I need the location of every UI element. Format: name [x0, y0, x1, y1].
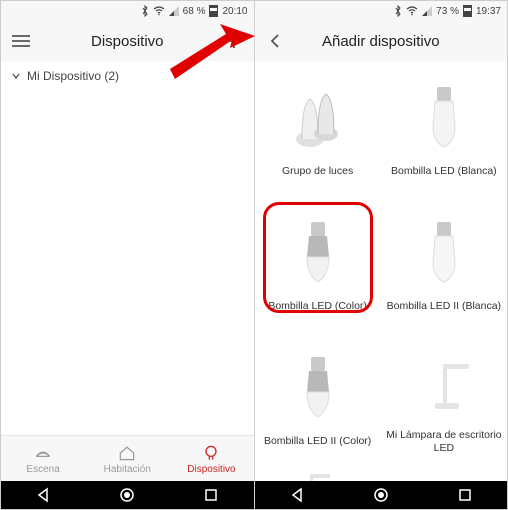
header-right: Añadir dispositivo: [255, 21, 508, 61]
statusbar-right: 73 % 19:37: [255, 1, 508, 21]
battery-pct: 68 %: [183, 6, 206, 17]
bluetooth-icon: [394, 5, 402, 17]
battery-icon: [209, 5, 218, 17]
signal-icon: [169, 6, 179, 16]
product-thumb: [283, 471, 353, 481]
product-bombilla-led-blanca[interactable]: Bombilla LED (Blanca): [381, 61, 507, 196]
product-mi-lampara-escritorio[interactable]: Mi Lámpara de escritorio LED: [381, 331, 507, 466]
chevron-down-icon: [11, 71, 21, 81]
product-bombilla-led-ii-blanca[interactable]: Bombilla LED II (Blanca): [381, 196, 507, 331]
tab-scene-label: Escena: [26, 464, 59, 475]
product-thumb: [409, 79, 479, 159]
product-label: Bombilla LED II (Color): [260, 435, 375, 448]
product-thumb: [409, 343, 479, 423]
battery-icon: [463, 5, 472, 17]
tab-device[interactable]: Dispositivo: [169, 436, 253, 481]
device-list-body: Mi Dispositivo (2): [1, 61, 254, 435]
tab-room-label: Habitación: [104, 464, 151, 475]
product-label: Grupo de luces: [278, 165, 357, 178]
product-grid-body[interactable]: Grupo de luces Bombilla LED (Blanca): [255, 61, 508, 481]
device-group-label: Mi Dispositivo (2): [27, 69, 119, 83]
nav-back-button[interactable]: [287, 485, 307, 505]
clock-time: 19:37: [476, 6, 501, 17]
product-grid: Grupo de luces Bombilla LED (Blanca): [255, 61, 508, 481]
bluetooth-icon: [141, 5, 149, 17]
tab-room[interactable]: Habitación: [85, 436, 169, 481]
phone-left: 68 % 20:10 Dispositivo Mi Dispositivo (2…: [1, 1, 255, 509]
product-grupo-de-luces[interactable]: Grupo de luces: [255, 61, 381, 196]
back-button[interactable]: [255, 33, 295, 49]
product-row-partial-1[interactable]: [255, 466, 381, 481]
nav-recent-button[interactable]: [201, 485, 221, 505]
header-left: Dispositivo: [1, 21, 254, 61]
wifi-icon: [406, 6, 418, 16]
add-device-button[interactable]: [214, 32, 254, 50]
nav-home-button[interactable]: [117, 485, 137, 505]
product-bombilla-led-ii-color[interactable]: Bombilla LED II (Color): [255, 331, 381, 466]
highlight-ring: [263, 202, 373, 313]
nav-recent-button[interactable]: [455, 485, 475, 505]
product-thumb: [283, 349, 353, 429]
product-label: Bombilla LED II (Blanca): [383, 300, 505, 313]
nav-back-button[interactable]: [33, 485, 53, 505]
wifi-icon: [153, 6, 165, 16]
system-navbar-left: [1, 481, 254, 509]
product-thumb: [283, 79, 353, 159]
product-thumb: [409, 471, 479, 481]
battery-pct: 73 %: [436, 6, 459, 17]
nav-home-button[interactable]: [371, 485, 391, 505]
statusbar-left: 68 % 20:10: [1, 1, 254, 21]
device-group-row[interactable]: Mi Dispositivo (2): [1, 61, 254, 91]
phone-right: 73 % 19:37 Añadir dispositivo: [255, 1, 508, 509]
product-thumb: [409, 214, 479, 294]
product-row-partial-2[interactable]: [381, 466, 507, 481]
system-navbar-right: [255, 481, 508, 509]
product-label: Bombilla LED (Blanca): [387, 165, 501, 178]
bottom-tabs: Escena Habitación Dispositivo: [1, 435, 254, 481]
tab-device-label: Dispositivo: [187, 464, 235, 475]
clock-time: 20:10: [222, 6, 247, 17]
tab-scene[interactable]: Escena: [1, 436, 85, 481]
menu-icon[interactable]: [1, 34, 41, 48]
product-bombilla-led-color[interactable]: Bombilla LED (Color): [255, 196, 381, 331]
signal-icon: [422, 6, 432, 16]
product-label: Mi Lámpara de escritorio LED: [381, 429, 507, 454]
